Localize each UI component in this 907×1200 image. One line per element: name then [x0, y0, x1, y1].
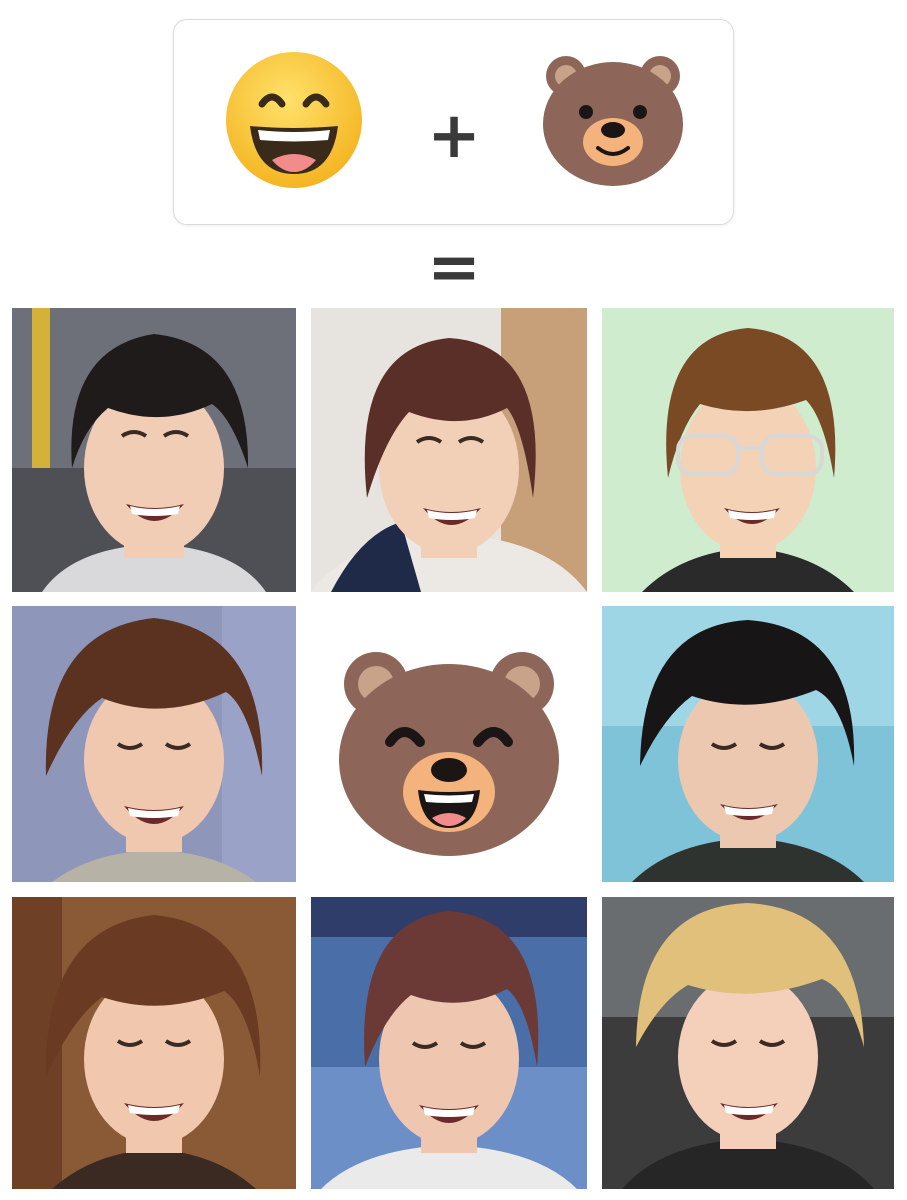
- photo-3: [602, 308, 894, 592]
- portrait-image: [12, 606, 296, 882]
- portrait-image: [602, 897, 894, 1189]
- photo-1: [12, 308, 296, 592]
- portrait-image: [602, 606, 894, 882]
- portrait-image: [311, 308, 587, 592]
- portrait-image: [311, 897, 587, 1189]
- portrait-image: [12, 897, 296, 1189]
- laughing-bear-face-icon: [339, 652, 559, 856]
- portrait-image: [12, 308, 296, 592]
- photo-7: [12, 897, 296, 1189]
- photo-6: [602, 606, 894, 882]
- photo-8: [311, 897, 587, 1189]
- photo-grid: [0, 0, 907, 1200]
- photo-2: [311, 308, 587, 592]
- portrait-image: [602, 308, 894, 592]
- photo-4: [12, 606, 296, 882]
- photo-9: [602, 897, 894, 1189]
